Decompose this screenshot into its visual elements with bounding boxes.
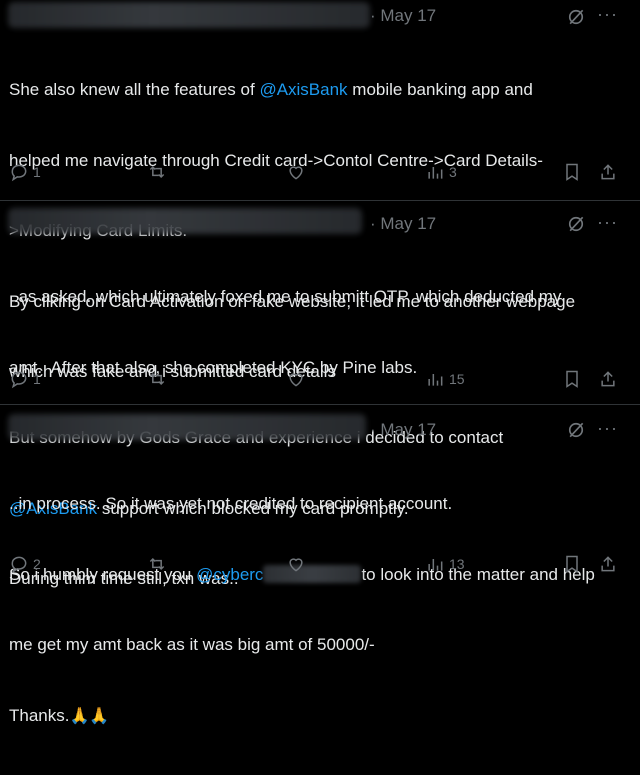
views-count: 3 — [449, 164, 457, 180]
like-button[interactable] — [286, 369, 306, 389]
tweet-text: ..in process. So it was yet not credited… — [9, 445, 595, 775]
tweet-actions: 1 3 — [0, 162, 640, 186]
reply-count: 1 — [33, 371, 41, 387]
author-name-redacted — [8, 2, 370, 28]
like-button[interactable] — [286, 162, 306, 182]
grok-icon[interactable] — [566, 7, 586, 27]
retweet-button[interactable] — [147, 554, 167, 574]
views-icon — [428, 374, 443, 386]
text-line: ..as asked. which ultimately foxed me to… — [9, 287, 562, 306]
share-button[interactable] — [598, 162, 618, 182]
author-name-redacted — [8, 208, 362, 234]
grok-icon[interactable] — [566, 420, 586, 440]
share-icon — [601, 164, 615, 180]
reply-button[interactable]: 2 — [9, 554, 41, 574]
tweet-date[interactable]: · May 17 — [370, 214, 436, 234]
share-button[interactable] — [598, 554, 618, 574]
divider — [0, 200, 640, 201]
views-button[interactable]: 15 — [425, 369, 465, 389]
retweet-button[interactable] — [147, 369, 167, 389]
reply-button[interactable]: 1 — [9, 369, 41, 389]
text-line: Thanks.🙏🙏 — [9, 705, 110, 725]
pray-emoji: 🙏🙏 — [69, 707, 110, 725]
views-icon — [428, 559, 443, 571]
views-count: 13 — [449, 556, 465, 572]
tweet-3[interactable]: · May 17 ··· ..in process. So it was yet… — [0, 414, 640, 725]
mention-link[interactable]: @AxisBank — [259, 80, 347, 99]
reply-count: 1 — [33, 164, 41, 180]
text-line: ..in process. So it was yet not credited… — [9, 494, 453, 513]
share-icon — [601, 556, 615, 572]
author-name-redacted — [8, 414, 366, 440]
retweet-button[interactable] — [147, 162, 167, 182]
more-options-button[interactable]: ··· — [597, 212, 618, 233]
reply-icon — [11, 556, 27, 574]
like-icon — [289, 373, 303, 387]
views-count: 15 — [449, 371, 465, 387]
views-button[interactable]: 13 — [425, 554, 465, 574]
views-button[interactable]: 3 — [425, 162, 457, 182]
reply-icon — [11, 371, 27, 389]
more-options-button[interactable]: ··· — [597, 4, 618, 25]
like-button[interactable] — [286, 554, 306, 574]
bookmark-icon — [566, 555, 578, 573]
share-button[interactable] — [598, 369, 618, 389]
reply-icon — [11, 164, 27, 182]
bookmark-icon — [566, 370, 578, 388]
views-icon — [428, 167, 443, 179]
text-line: me get my amt back as it was big amt of … — [9, 635, 375, 654]
tweet-2[interactable]: · May 17 ··· ..as asked. which ultimatel… — [0, 208, 640, 588]
retweet-icon — [149, 372, 165, 386]
retweet-icon — [149, 557, 165, 571]
bookmark-button[interactable] — [562, 554, 582, 574]
reply-button[interactable]: 1 — [9, 162, 41, 182]
tweet-date[interactable]: · May 17 — [370, 420, 436, 440]
tweet-actions: 1 15 — [0, 369, 640, 393]
divider — [0, 404, 640, 405]
bookmark-button[interactable] — [562, 369, 582, 389]
like-icon — [289, 166, 303, 180]
tweet-1[interactable]: · May 17 ··· She also knew all the featu… — [0, 0, 640, 381]
bookmark-icon — [566, 163, 578, 181]
grok-icon[interactable] — [566, 214, 586, 234]
tweet-actions: 2 13 — [0, 554, 640, 578]
reply-count: 2 — [33, 556, 41, 572]
more-options-button[interactable]: ··· — [597, 418, 618, 439]
tweet-date[interactable]: · May 17 — [370, 6, 436, 26]
bookmark-button[interactable] — [562, 162, 582, 182]
share-icon — [601, 371, 615, 387]
text-line: She also knew all the features of @AxisB… — [9, 80, 533, 99]
like-icon — [289, 558, 303, 572]
retweet-icon — [149, 165, 165, 179]
